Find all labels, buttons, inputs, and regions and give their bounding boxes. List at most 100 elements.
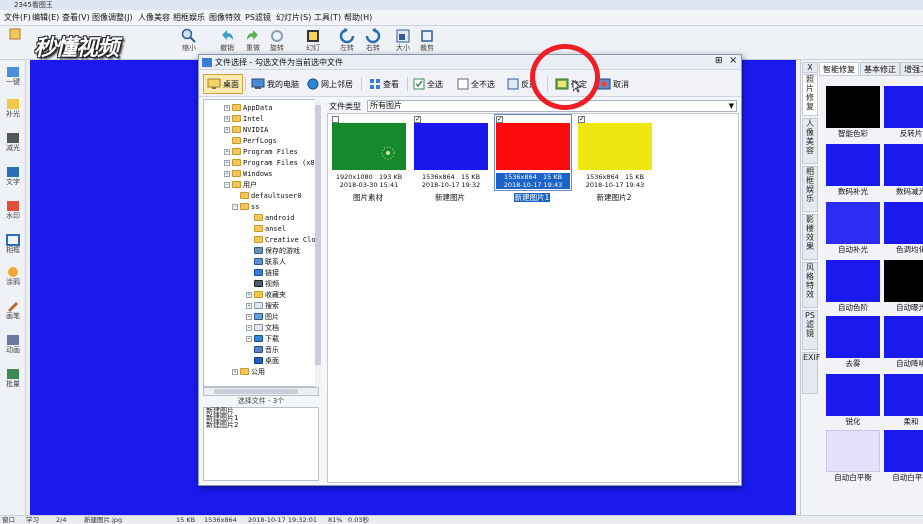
tree-item[interactable]: android: [254, 212, 295, 223]
effect-sharpen[interactable]: 锐化: [826, 374, 880, 428]
tool-animation[interactable]: 动画: [0, 334, 26, 355]
vtab-exif[interactable]: EXIF: [802, 352, 821, 394]
tool-brighten[interactable]: 补光: [0, 98, 26, 119]
expand-icon[interactable]: +: [224, 148, 230, 155]
vtab-portrait[interactable]: 人像美容: [802, 118, 818, 164]
tree-item[interactable]: PerfLogs: [232, 135, 277, 146]
tree-item[interactable]: − ss: [232, 201, 259, 212]
scroll-thumb[interactable]: [214, 389, 298, 394]
tree-item[interactable]: 链接: [254, 267, 279, 278]
tree-item[interactable]: + 文档: [246, 322, 279, 333]
effect-auto-white-balance[interactable]: 自动白平衡: [826, 430, 880, 484]
tree-item[interactable]: + Program Files (x86): [224, 157, 318, 168]
tree-item[interactable]: − 用户: [224, 179, 257, 190]
tab-basic-fix[interactable]: 基本修正: [860, 62, 900, 76]
expand-icon[interactable]: +: [246, 313, 252, 320]
effect-digital-fill[interactable]: 数码补光: [826, 144, 880, 198]
menu-slideshow[interactable]: 幻灯片(S): [276, 12, 311, 24]
effect-smart-color[interactable]: 智能色彩: [826, 86, 880, 140]
tree-item[interactable]: + Intel: [224, 113, 264, 124]
file-checkbox-checked[interactable]: ✓: [578, 116, 585, 123]
expand-icon[interactable]: +: [232, 368, 238, 375]
cancel-button[interactable]: 取消: [597, 74, 629, 94]
tree-item[interactable]: 桌面: [254, 355, 279, 366]
menu-frame[interactable]: 相框娱乐: [173, 12, 205, 24]
tree-item[interactable]: + 收藏夹: [246, 289, 286, 300]
tool-doodle[interactable]: 涂鸦: [0, 266, 26, 287]
collapse-icon[interactable]: −: [224, 181, 230, 188]
selected-file-item[interactable]: 新建图片2: [204, 422, 318, 429]
expand-icon[interactable]: +: [246, 291, 252, 298]
menu-file[interactable]: 文件(F): [4, 12, 31, 24]
file-checkbox[interactable]: [332, 116, 339, 123]
expand-icon[interactable]: +: [224, 159, 230, 166]
tab-enhance-tools[interactable]: 增强工具: [900, 62, 923, 76]
menu-effects[interactable]: 图像特效: [209, 12, 241, 24]
tool-frame[interactable]: 相框: [0, 234, 26, 255]
close-icon[interactable]: ×: [729, 55, 737, 66]
tree-item[interactable]: + Program Files: [224, 146, 298, 157]
select-all-button[interactable]: 全选: [413, 74, 443, 94]
tree-item[interactable]: + 图片: [246, 311, 279, 322]
view-button[interactable]: 查看: [369, 74, 399, 94]
collapse-icon[interactable]: −: [232, 203, 238, 210]
tool-watermark[interactable]: 水印: [0, 200, 26, 221]
file-checkbox-checked[interactable]: ✓: [496, 116, 503, 123]
my-computer-button[interactable]: 我的电脑: [251, 74, 299, 94]
select-none-button[interactable]: 全不选: [457, 74, 495, 94]
expand-icon[interactable]: +: [246, 324, 252, 331]
tree-item[interactable]: + 搜索: [246, 300, 279, 311]
menu-image-adjust[interactable]: 图像调整(J): [92, 12, 133, 24]
tree-item[interactable]: + 公用: [232, 366, 265, 377]
expand-icon[interactable]: +: [224, 115, 230, 122]
file-icon-button[interactable]: [2, 28, 28, 58]
vtab-ps-filter[interactable]: PS滤镜: [802, 310, 818, 350]
effect-reversal[interactable]: 反转片: [884, 86, 923, 140]
tree-item[interactable]: 保存的游戏: [254, 245, 300, 256]
expand-icon[interactable]: +: [224, 126, 230, 133]
tool-darken[interactable]: 减光: [0, 132, 26, 153]
desktop-button[interactable]: 桌面: [203, 74, 243, 94]
file-thumbnail-area[interactable]: 1920x1080 193 KB 2018-03-30 15:41 图片素材 ✓ …: [327, 113, 739, 483]
menu-edit[interactable]: 编辑(E): [32, 12, 59, 24]
effect-auto-fill[interactable]: 自动补光: [826, 202, 880, 256]
menu-ps-filter[interactable]: PS滤镜: [245, 12, 271, 24]
file-checkbox-checked[interactable]: ✓: [414, 116, 421, 123]
effect-digital-reduce[interactable]: 数码减光: [884, 144, 923, 198]
expand-icon[interactable]: +: [224, 170, 230, 177]
tree-item[interactable]: defaultuser0: [240, 190, 302, 201]
tree-horizontal-scrollbar[interactable]: [203, 387, 319, 396]
scroll-thumb[interactable]: [315, 105, 321, 365]
tree-item[interactable]: ansel: [254, 223, 286, 234]
tree-item[interactable]: Creative Cloud: [254, 234, 318, 245]
effect-dehaze[interactable]: 去雾: [826, 316, 880, 370]
tree-item[interactable]: + AppData: [224, 102, 273, 113]
tab-smart-repair[interactable]: 智能修复: [819, 62, 859, 76]
tree-item[interactable]: 音乐: [254, 344, 279, 355]
tree-item[interactable]: 视频: [254, 278, 279, 289]
vtab-studio[interactable]: 影楼效果: [802, 214, 818, 260]
tree-item[interactable]: + 下载: [246, 333, 279, 344]
expand-icon[interactable]: +: [246, 335, 252, 342]
expand-icon[interactable]: +: [246, 302, 252, 309]
tree-vertical-scrollbar[interactable]: [315, 99, 321, 387]
vtab-photo-repair[interactable]: 照片修复: [802, 74, 818, 116]
folder-tree[interactable]: + AppData + Intel + NVIDIA PerfLogs + Progra…: [203, 99, 319, 387]
vtab-frame[interactable]: 相框娱乐: [802, 166, 818, 212]
tool-batch[interactable]: 批量: [0, 368, 26, 389]
tool-auto-enhance[interactable]: 一键: [0, 66, 26, 87]
expand-icon[interactable]: +: [224, 104, 230, 111]
effect-auto-levels[interactable]: 自动色阶: [826, 260, 880, 314]
tool-brush[interactable]: 画笔: [0, 300, 26, 321]
effect-auto-white-balance-2[interactable]: 自动白平衡: [884, 430, 923, 484]
menu-view[interactable]: 查看(V): [62, 12, 90, 24]
network-button[interactable]: 网上邻居: [307, 74, 353, 94]
menu-help[interactable]: 帮助(H): [344, 12, 372, 24]
vtab-style[interactable]: 风格特效: [802, 262, 818, 308]
effect-auto-denoise[interactable]: 自动降噪: [884, 316, 923, 370]
effect-tone-equalize[interactable]: 色调均化: [884, 202, 923, 256]
tree-item[interactable]: 联系人: [254, 256, 286, 267]
menu-portrait[interactable]: 人像美容: [138, 12, 170, 24]
tool-text[interactable]: 文字: [0, 166, 26, 187]
dialog-menu-icon[interactable]: ⊞: [715, 56, 723, 66]
